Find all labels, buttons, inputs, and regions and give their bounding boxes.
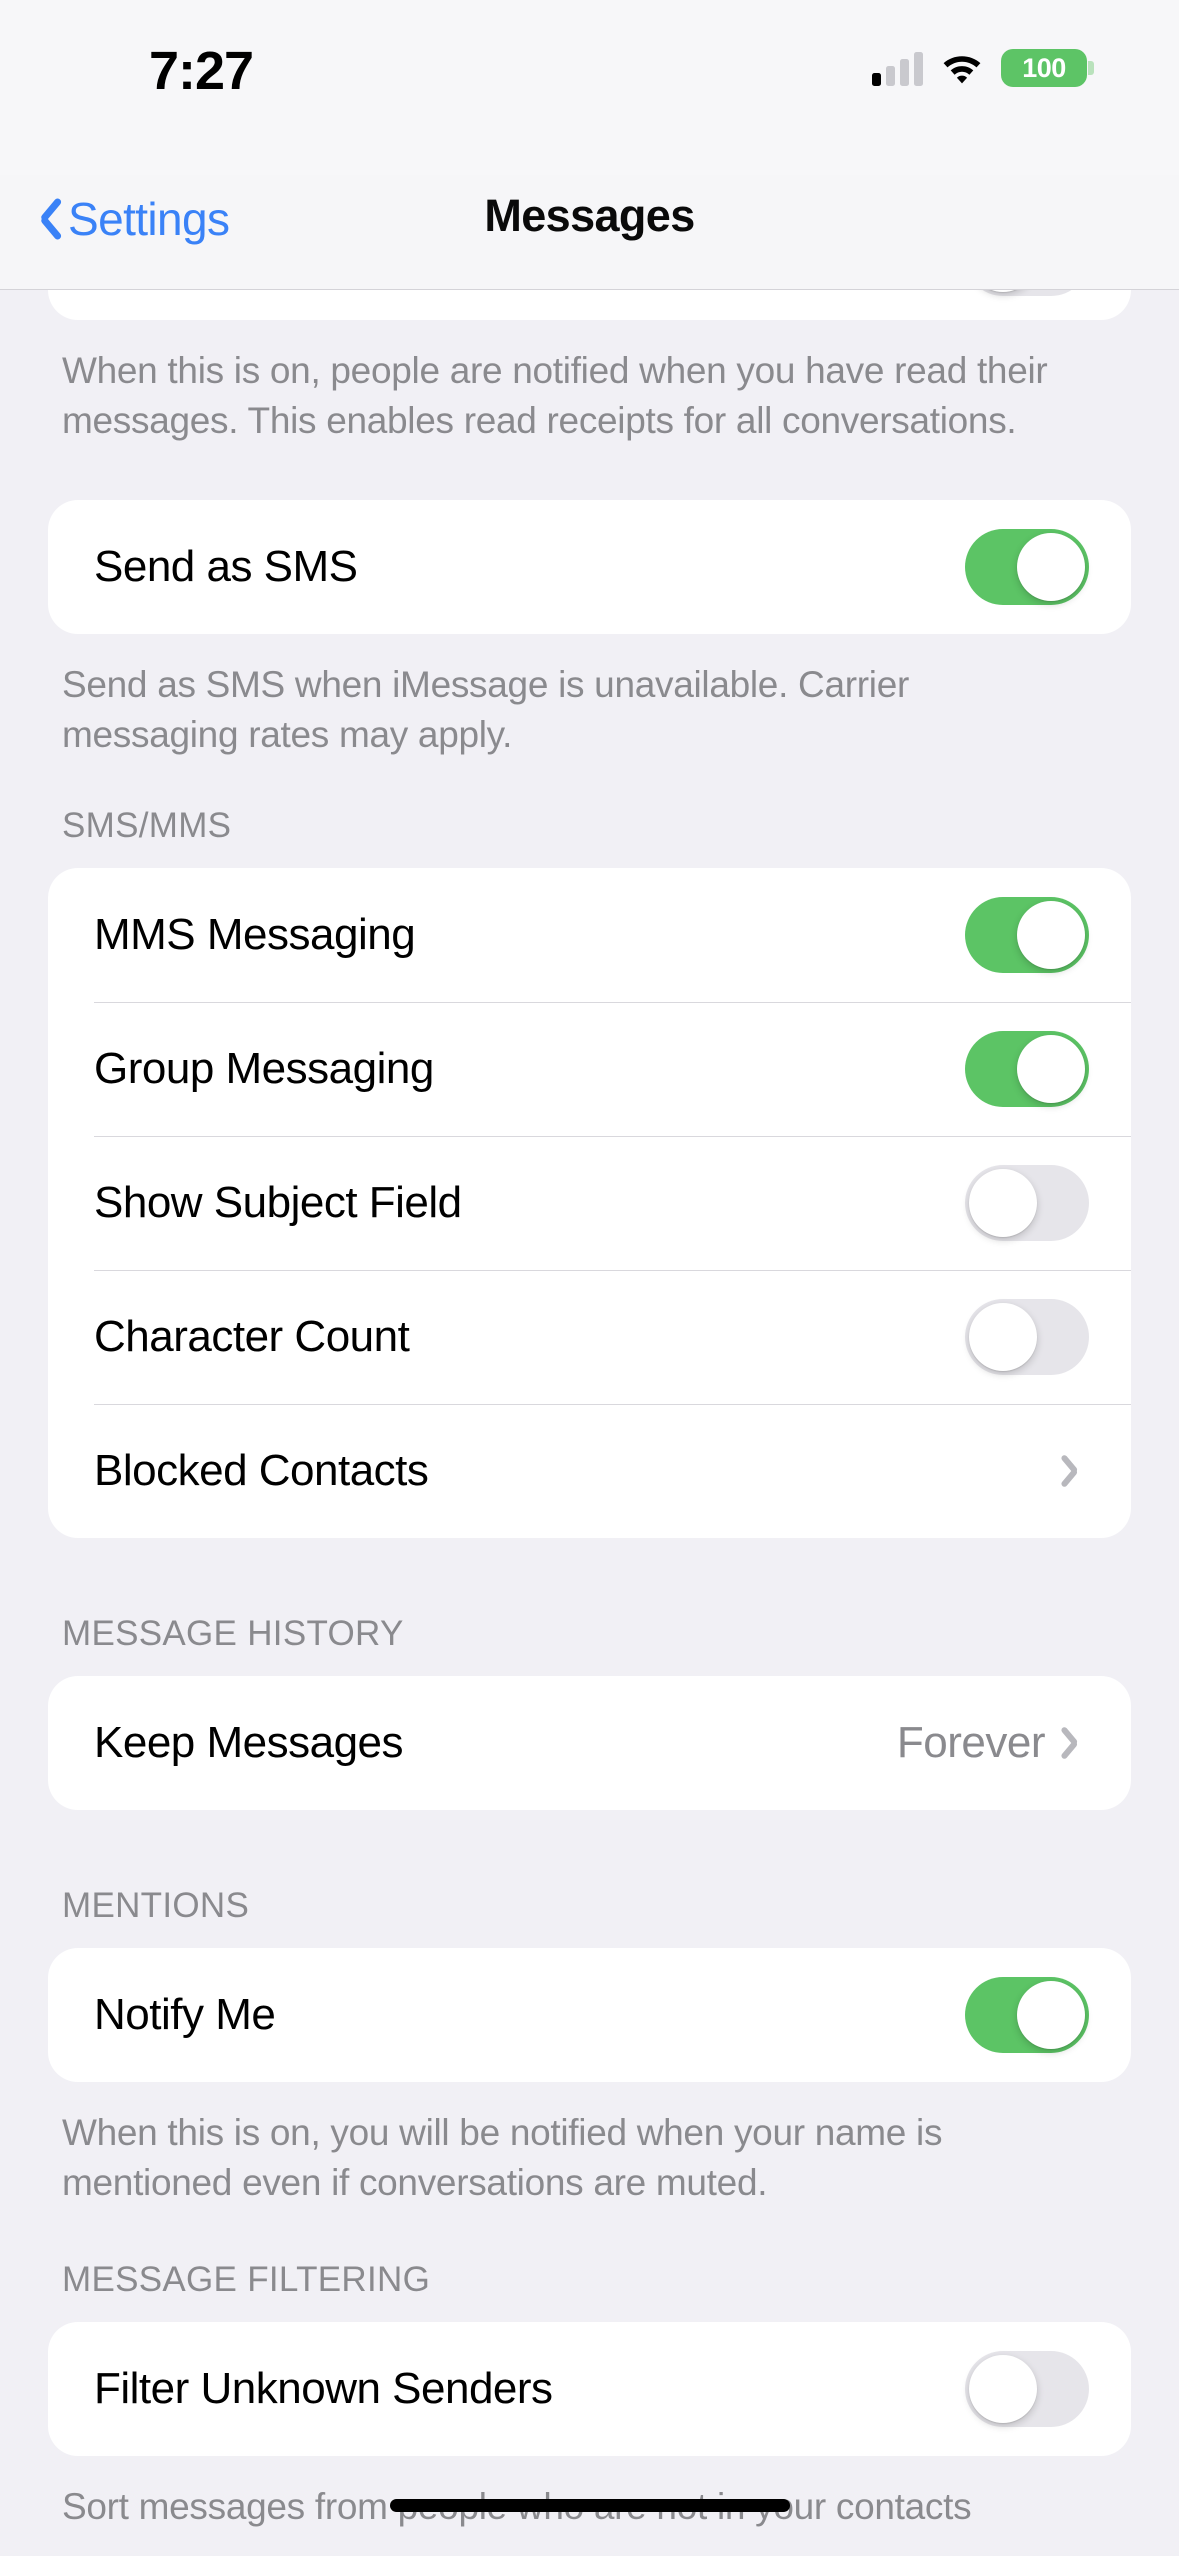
group-messaging-toggle[interactable]: [965, 1031, 1089, 1107]
toggle-knob: [1017, 1035, 1085, 1103]
group-messaging-row[interactable]: Group Messaging: [48, 1002, 1131, 1136]
filter-unknown-senders-label: Filter Unknown Senders: [94, 2364, 553, 2413]
filter-unknown-senders-row[interactable]: Filter Unknown Senders: [48, 2322, 1131, 2456]
show-subject-field-toggle[interactable]: [965, 1165, 1089, 1241]
read-receipts-footer: When this is on, people are notified whe…: [62, 350, 1048, 441]
toggle-knob: [1017, 901, 1085, 969]
chevron-right-icon: [1067, 1451, 1089, 1491]
toggle-knob: [1017, 1981, 1085, 2049]
status-bar: 7:27 100: [0, 0, 1179, 175]
mms-messaging-row[interactable]: MMS Messaging: [48, 868, 1131, 1002]
status-bar-clock: 7:27: [148, 41, 254, 101]
notify-me-toggle[interactable]: [965, 1977, 1089, 2053]
send-as-sms-row[interactable]: Send as SMS: [48, 500, 1131, 634]
sms-mms-card: MMS Messaging Group Messaging Show Subje…: [48, 868, 1131, 1538]
character-count-row[interactable]: Character Count: [48, 1270, 1131, 1404]
toggle-knob: [969, 1303, 1037, 1371]
mms-messaging-label: MMS Messaging: [94, 910, 416, 959]
toggle-knob: [969, 2355, 1037, 2423]
page-title: Messages: [484, 190, 695, 241]
show-subject-field-label: Show Subject Field: [94, 1178, 462, 1227]
blocked-contacts-row[interactable]: Blocked Contacts: [48, 1404, 1131, 1538]
chevron-right-icon: [1067, 1723, 1089, 1763]
wifi-icon: [940, 51, 984, 85]
send-as-sms-card: Send as SMS: [48, 500, 1131, 634]
battery-icon: 100: [1001, 49, 1094, 87]
status-bar-indicators: 100: [872, 44, 1094, 92]
notify-me-row[interactable]: Notify Me: [48, 1948, 1131, 2082]
blocked-contacts-label: Blocked Contacts: [94, 1446, 429, 1495]
send-as-sms-footer: Send as SMS when iMessage is unavailable…: [62, 664, 909, 755]
sms-mms-section-header: SMS/MMS: [62, 806, 232, 845]
home-indicator: [389, 2499, 790, 2512]
messages-settings-screen: When this is on, people are notified whe…: [0, 0, 1179, 2556]
toggle-knob: [969, 1169, 1037, 1237]
message-history-section-header: MESSAGE HISTORY: [62, 1614, 404, 1653]
character-count-toggle[interactable]: [965, 1299, 1089, 1375]
settings-scroll-view[interactable]: When this is on, people are notified whe…: [0, 0, 1179, 2532]
notify-me-label: Notify Me: [94, 1990, 276, 2039]
send-as-sms-toggle[interactable]: [965, 529, 1089, 605]
keep-messages-label: Keep Messages: [94, 1718, 404, 1767]
message-filtering-section-header: MESSAGE FILTERING: [62, 2260, 431, 2299]
keep-messages-value: Forever: [896, 1718, 1046, 1767]
keep-messages-row[interactable]: Keep Messages Forever: [48, 1676, 1131, 1810]
cellular-bars-icon: [872, 50, 923, 86]
battery-percent-label: 100: [1022, 52, 1066, 83]
mentions-card: Notify Me: [48, 1948, 1131, 2082]
message-history-card: Keep Messages Forever: [48, 1676, 1131, 1810]
toggle-knob: [1017, 533, 1085, 601]
message-filtering-card: Filter Unknown Senders: [48, 2322, 1131, 2456]
mentions-footer: When this is on, you will be notified wh…: [62, 2112, 943, 2203]
mentions-section-header: MENTIONS: [62, 1886, 250, 1925]
character-count-label: Character Count: [94, 1312, 410, 1361]
show-subject-field-row[interactable]: Show Subject Field: [48, 1136, 1131, 1270]
mms-messaging-toggle[interactable]: [965, 897, 1089, 973]
send-as-sms-label: Send as SMS: [94, 542, 358, 591]
group-messaging-label: Group Messaging: [94, 1044, 434, 1093]
filter-unknown-senders-toggle[interactable]: [965, 2351, 1089, 2427]
